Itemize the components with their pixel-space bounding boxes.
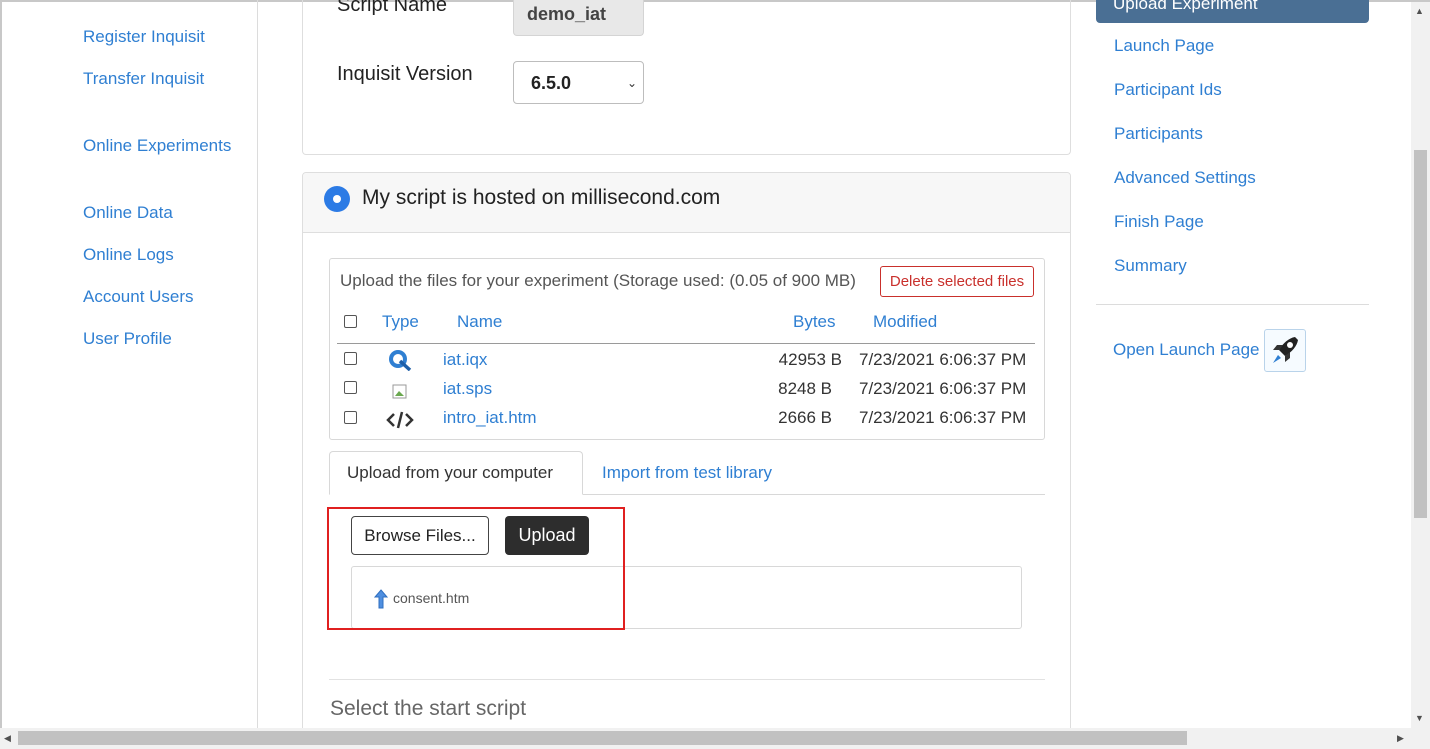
scroll-left-arrow-icon[interactable]: ◀	[4, 733, 11, 744]
right-nav-divider	[1096, 304, 1369, 305]
left-nav-online-logs[interactable]: Online Logs	[83, 242, 233, 267]
delete-selected-files-button[interactable]: Delete selected files	[880, 266, 1034, 297]
inquisit-version-select[interactable]: 6.5.0 ⌄	[513, 61, 644, 104]
row-checkbox[interactable]	[344, 352, 357, 365]
tab-import-from-test-library[interactable]: Import from test library	[602, 463, 772, 483]
file-modified: 7/23/2021 6:06:37 PM	[859, 379, 1027, 398]
row-checkbox[interactable]	[344, 381, 357, 394]
hosting-card-header: My script is hosted on millisecond.com	[303, 173, 1070, 233]
inquisit-q-icon	[389, 350, 412, 371]
right-nav-advanced-settings[interactable]: Advanced Settings	[1114, 168, 1256, 188]
scroll-up-arrow-icon[interactable]: ▲	[1415, 6, 1424, 16]
file-bytes: 8248 B	[778, 379, 832, 398]
tab-upload-from-computer[interactable]: Upload from your computer	[329, 451, 583, 495]
scroll-right-arrow-icon[interactable]: ▶	[1397, 733, 1404, 744]
column-header-name[interactable]: Name	[457, 312, 502, 332]
right-nav-launch-page[interactable]: Launch Page	[1114, 36, 1214, 56]
select-start-script-heading: Select the start script	[330, 697, 527, 720]
file-modified: 7/23/2021 6:06:37 PM	[859, 408, 1027, 427]
left-nav-transfer-inquisit[interactable]: Transfer Inquisit	[83, 66, 233, 91]
column-header-bytes[interactable]: Bytes	[793, 312, 836, 332]
storage-text: Upload the files for your experiment (St…	[340, 271, 856, 290]
column-header-modified[interactable]: Modified	[873, 312, 937, 332]
left-nav-register-inquisit[interactable]: Register Inquisit	[83, 24, 233, 49]
left-nav-account-users[interactable]: Account Users	[83, 284, 233, 309]
hosted-radio[interactable]	[324, 186, 350, 212]
left-nav-user-profile[interactable]: User Profile	[83, 326, 233, 351]
file-name-link[interactable]: iat.sps	[443, 379, 492, 399]
file-bytes: 2666 B	[778, 408, 832, 427]
broken-image-icon	[392, 384, 407, 399]
file-modified: 7/23/2021 6:06:37 PM	[859, 350, 1027, 369]
file-bytes: 42953 B	[778, 350, 842, 369]
section-divider	[329, 679, 1045, 680]
horizontal-scrollbar-thumb[interactable]	[18, 731, 1187, 745]
file-name-link[interactable]: intro_iat.htm	[443, 408, 537, 428]
left-nav-online-experiments[interactable]: Online Experiments	[83, 133, 233, 158]
table-header-divider	[337, 343, 1035, 344]
script-name-field: demo_iat	[513, 0, 644, 36]
left-nav-online-data[interactable]: Online Data	[83, 200, 233, 225]
inquisit-version-value: 6.5.0	[531, 73, 572, 93]
vertical-scrollbar-thumb[interactable]	[1414, 150, 1427, 518]
script-name-label: Script Name	[337, 0, 448, 16]
left-sidebar: Register Inquisit Transfer Inquisit Onli…	[0, 0, 258, 728]
right-nav-upload-experiment[interactable]: Upload Experiment	[1096, 0, 1369, 23]
file-name-link[interactable]: iat.iqx	[443, 350, 487, 370]
open-launch-page-button[interactable]	[1264, 329, 1306, 372]
scroll-down-arrow-icon[interactable]: ▼	[1415, 713, 1424, 723]
select-all-checkbox[interactable]	[344, 315, 357, 328]
column-header-type[interactable]: Type	[382, 312, 419, 332]
right-nav-participants[interactable]: Participants	[1114, 124, 1203, 144]
highlight-annotation-box	[327, 507, 625, 630]
inquisit-version-label: Inquisit Version	[337, 63, 473, 85]
chevron-down-icon: ⌄	[626, 76, 637, 90]
row-checkbox[interactable]	[344, 411, 357, 424]
right-nav-participant-ids[interactable]: Participant Ids	[1114, 80, 1222, 100]
tab-divider	[583, 494, 1045, 495]
hosted-option-label: My script is hosted on millisecond.com	[362, 186, 721, 209]
right-nav-finish-page[interactable]: Finish Page	[1114, 212, 1204, 232]
open-launch-page-link[interactable]: Open Launch Page	[1113, 340, 1260, 360]
right-nav-summary[interactable]: Summary	[1114, 256, 1187, 276]
rocket-icon	[1273, 337, 1298, 363]
code-icon	[386, 411, 414, 429]
